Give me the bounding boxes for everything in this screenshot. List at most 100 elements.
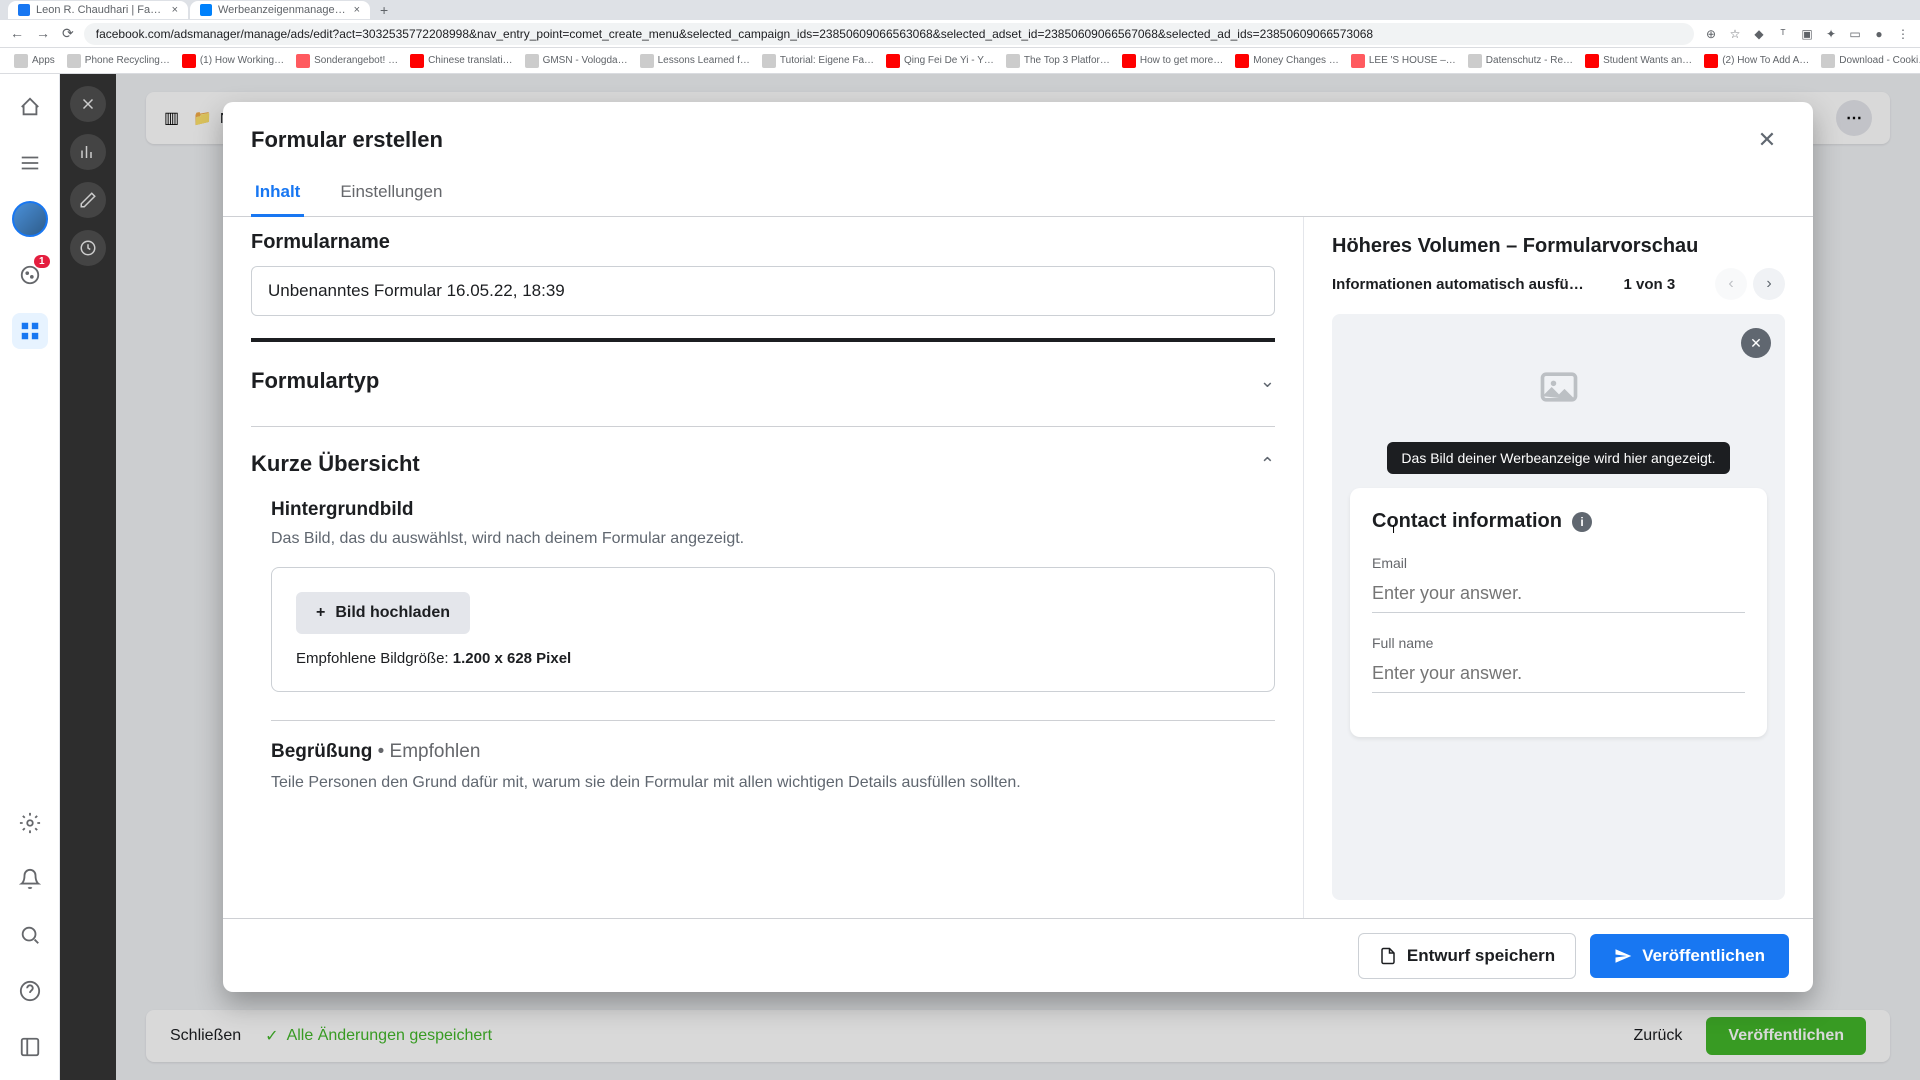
formname-input[interactable]: [251, 266, 1275, 316]
field-label: Full name: [1372, 635, 1745, 651]
formtype-title: Formulartyp: [251, 368, 379, 394]
publish-button[interactable]: Veröffentlichen: [1590, 934, 1789, 978]
youtube-icon: [182, 54, 196, 68]
formname-label: Formularname: [251, 231, 1275, 254]
greeting-title: Begrüßung • Empfohlen: [271, 741, 1275, 763]
modal-close-button[interactable]: ✕: [1749, 122, 1785, 158]
editor-rail: [60, 74, 116, 1080]
bookmark-item[interactable]: How to get more…: [1118, 52, 1227, 70]
preview-title: Höheres Volumen – Formularvorschau: [1332, 235, 1785, 258]
menu-icon[interactable]: ⋮: [1896, 27, 1910, 41]
upload-button[interactable]: +Bild hochladen: [296, 592, 470, 634]
overview-section[interactable]: Kurze Übersicht ⌃: [251, 447, 1275, 481]
search-icon[interactable]: [12, 917, 48, 953]
fb-ext-icon[interactable]: ▣: [1800, 27, 1814, 41]
bookmark-item[interactable]: Datenschutz - Re…: [1464, 52, 1577, 70]
home-icon[interactable]: [12, 89, 48, 125]
divider: [271, 720, 1275, 721]
bookmark-item[interactable]: Money Changes …: [1231, 52, 1343, 70]
tab-settings[interactable]: Einstellungen: [336, 172, 446, 216]
bookmark-item[interactable]: Lessons Learned f…: [636, 52, 754, 70]
email-field[interactable]: [1372, 575, 1745, 613]
info-icon[interactable]: i: [1572, 512, 1592, 532]
browser-tab[interactable]: Leon R. Chaudhari | Facebook ×: [8, 1, 188, 19]
new-tab-button[interactable]: +: [372, 2, 396, 18]
nav-forward-icon[interactable]: →: [36, 25, 50, 42]
puzzle-icon[interactable]: ✦: [1824, 27, 1838, 41]
bookmark-item[interactable]: Download - Cooki…: [1817, 52, 1920, 70]
bookmark-item[interactable]: Qing Fei De Yi - Y…: [882, 52, 998, 70]
chevron-up-icon: ⌃: [1260, 454, 1275, 475]
help-icon[interactable]: [12, 973, 48, 1009]
chrome-tabs: Leon R. Chaudhari | Facebook × Werbeanze…: [0, 0, 1920, 20]
bell-icon[interactable]: [12, 861, 48, 897]
bookmark-item[interactable]: (2) How To Add A…: [1700, 52, 1813, 70]
upload-hint: Empfohlene Bildgröße: 1.200 x 628 Pixel: [296, 650, 1250, 667]
bookmark-item[interactable]: Student Wants an…: [1581, 52, 1696, 70]
preview-column: Höheres Volumen – Formularvorschau Infor…: [1303, 217, 1813, 918]
text-cursor: I: [1392, 524, 1395, 536]
bookmark-item[interactable]: Tutorial: Eigene Fa…: [758, 52, 878, 70]
page-icon: [1821, 54, 1835, 68]
preview-nav: Informationen automatisch ausfü… 1 von 3…: [1332, 268, 1785, 300]
avatar[interactable]: [12, 201, 48, 237]
bookmark-item[interactable]: LEE 'S HOUSE –…: [1347, 52, 1460, 70]
bg-desc: Das Bild, das du auswählst, wird nach de…: [271, 527, 1275, 551]
history-icon[interactable]: [70, 230, 106, 266]
edit-icon[interactable]: [70, 182, 106, 218]
bookmark-item[interactable]: Phone Recycling…: [63, 52, 174, 70]
airbnb-icon: [296, 54, 310, 68]
url-bar: ← → ⟳ ⊕ ☆ ◆ ᵀ ▣ ✦ ▭ ● ⋮: [0, 20, 1920, 48]
page-icon: [1468, 54, 1482, 68]
bookmark-item[interactable]: (1) How Working…: [178, 52, 288, 70]
tab-close-icon[interactable]: ×: [354, 4, 360, 16]
preview-card-title: Contact information i: [1372, 510, 1745, 533]
chart-icon[interactable]: [70, 134, 106, 170]
formtype-section[interactable]: Formulartyp ⌄: [251, 364, 1275, 398]
bookmark-item[interactable]: GMSN - Vologda…: [521, 52, 632, 70]
save-draft-button[interactable]: Entwurf speichern: [1358, 933, 1576, 979]
divider: [251, 426, 1275, 427]
left-rail: 1: [0, 74, 60, 1080]
plus-icon: +: [316, 604, 325, 622]
bookmark-item[interactable]: Apps: [10, 52, 59, 70]
bg-title: Hintergrundbild: [271, 499, 1275, 521]
preview-next-button[interactable]: ›: [1753, 268, 1785, 300]
preview-field: Email: [1372, 555, 1745, 613]
bookmark-item[interactable]: The Top 3 Platfor…: [1002, 52, 1114, 70]
url-input[interactable]: [84, 23, 1694, 45]
star-icon[interactable]: ☆: [1728, 27, 1742, 41]
zoom-icon[interactable]: ⊕: [1704, 27, 1718, 41]
nav-back-icon[interactable]: ←: [10, 25, 24, 42]
profile-icon[interactable]: ●: [1872, 27, 1886, 41]
window-icon[interactable]: ▭: [1848, 27, 1862, 41]
nav-reload-icon[interactable]: ⟳: [62, 25, 74, 42]
upload-box: +Bild hochladen Empfohlene Bildgröße: 1.…: [271, 567, 1275, 692]
modal-footer: Entwurf speichern Veröffentlichen: [223, 918, 1813, 992]
browser-tab[interactable]: Werbeanzeigenmanager - We… ×: [190, 1, 370, 19]
bookmark-item[interactable]: Sonderangebot! …: [292, 52, 402, 70]
page-icon: [640, 54, 654, 68]
phone-preview: ✕ Das Bild deiner Werbeanzeige wird hier…: [1332, 314, 1785, 900]
cookie-icon[interactable]: 1: [12, 257, 48, 293]
bookmarks-bar: Apps Phone Recycling… (1) How Working… S…: [0, 48, 1920, 74]
page-icon: [525, 54, 539, 68]
gear-icon[interactable]: [12, 805, 48, 841]
tab-close-icon[interactable]: ×: [172, 4, 178, 16]
adblock-icon[interactable]: ◆: [1752, 27, 1766, 41]
translate-icon[interactable]: ᵀ: [1776, 27, 1790, 41]
bookmark-item[interactable]: Chinese translati…: [406, 52, 516, 70]
apps-icon: [14, 54, 28, 68]
menu-icon[interactable]: [12, 145, 48, 181]
fullname-field[interactable]: [1372, 655, 1745, 693]
preview-card: Contact information i I Email Full name: [1350, 488, 1767, 737]
preview-close-icon[interactable]: ✕: [1741, 328, 1771, 358]
collapse-icon[interactable]: [12, 1029, 48, 1065]
tab-content[interactable]: Inhalt: [251, 172, 304, 216]
grid-icon[interactable]: [12, 313, 48, 349]
meta-icon: [200, 4, 212, 16]
preview-prev-button[interactable]: ‹: [1715, 268, 1747, 300]
send-icon: [1614, 947, 1632, 965]
overview-title: Kurze Übersicht: [251, 451, 420, 477]
close-icon[interactable]: [70, 86, 106, 122]
